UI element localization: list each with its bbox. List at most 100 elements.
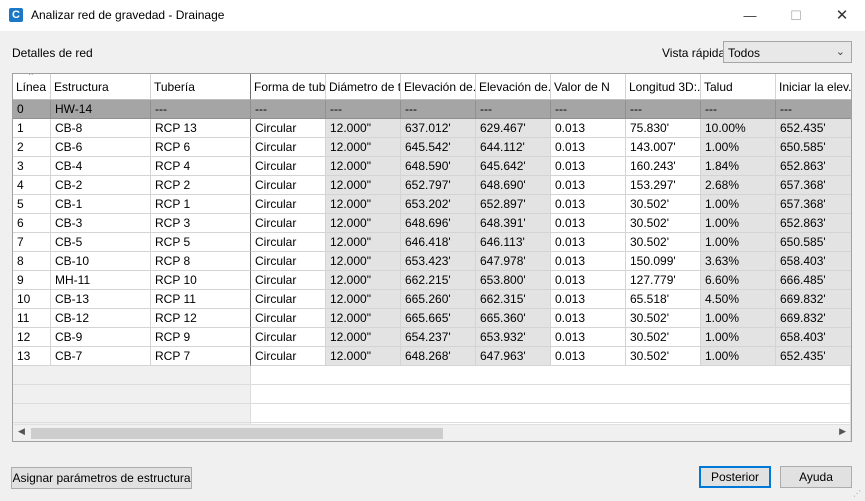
cell-elev-inicio[interactable]: 665.260' xyxy=(401,290,476,309)
cell-diametro[interactable]: 12.000" xyxy=(326,119,401,138)
column-header-elev-fin[interactable]: Elevación de... xyxy=(476,74,551,100)
column-header-diametro[interactable]: Diámetro de t... xyxy=(326,74,401,100)
cell-valor-n[interactable]: 0.013 xyxy=(551,176,626,195)
cell-elev-inicio[interactable]: 648.696' xyxy=(401,214,476,233)
cell-elev-fin[interactable]: 652.897' xyxy=(476,195,551,214)
next-button[interactable]: Posterior xyxy=(699,466,771,488)
cell-estructura[interactable]: CB-1 xyxy=(51,195,151,214)
cell-estructura[interactable]: CB-3 xyxy=(51,214,151,233)
cell-iniciar-elev[interactable]: 650.585' xyxy=(776,233,851,252)
cell-longitud-3d[interactable]: 30.502' xyxy=(626,195,701,214)
cell-estructura[interactable]: CB-13 xyxy=(51,290,151,309)
cell-forma[interactable]: Circular xyxy=(251,119,326,138)
quick-view-select[interactable]: Todos ⌄ xyxy=(723,41,852,63)
network-details-grid[interactable]: Línea^EstructuraTuberíaForma de tub...Di… xyxy=(12,73,852,442)
cell-longitud-3d[interactable]: 143.007' xyxy=(626,138,701,157)
cell-valor-n[interactable]: 0.013 xyxy=(551,119,626,138)
cell-tuberia[interactable]: RCP 11 xyxy=(151,290,251,309)
cell-elev-inicio[interactable]: 637.012' xyxy=(401,119,476,138)
cell-talud[interactable]: 1.00% xyxy=(701,233,776,252)
cell-elev-fin[interactable]: --- xyxy=(476,100,551,119)
cell-diametro[interactable]: 12.000" xyxy=(326,347,401,366)
cell-tuberia[interactable]: RCP 4 xyxy=(151,157,251,176)
cell-tuberia[interactable]: RCP 6 xyxy=(151,138,251,157)
cell-diametro[interactable]: 12.000" xyxy=(326,176,401,195)
cell-talud[interactable]: --- xyxy=(701,100,776,119)
cell-diametro[interactable]: 12.000" xyxy=(326,271,401,290)
cell-forma[interactable]: Circular xyxy=(251,290,326,309)
cell-tuberia[interactable]: RCP 13 xyxy=(151,119,251,138)
cell-tuberia[interactable]: RCP 8 xyxy=(151,252,251,271)
cell-linea[interactable]: 2 xyxy=(13,138,51,157)
resize-grip-icon[interactable]: ⋰ xyxy=(853,489,863,499)
cell-forma[interactable]: Circular xyxy=(251,214,326,233)
cell-forma[interactable]: Circular xyxy=(251,271,326,290)
assign-structure-parameters-button[interactable]: Asignar parámetros de estructura xyxy=(11,467,192,489)
cell-elev-inicio[interactable]: 653.202' xyxy=(401,195,476,214)
horizontal-scrollbar[interactable]: ◀ ▶ xyxy=(14,424,850,441)
cell-elev-inicio[interactable]: --- xyxy=(401,100,476,119)
cell-iniciar-elev[interactable]: 658.403' xyxy=(776,252,851,271)
cell-elev-fin[interactable]: 653.800' xyxy=(476,271,551,290)
cell-valor-n[interactable]: 0.013 xyxy=(551,290,626,309)
cell-diametro[interactable]: 12.000" xyxy=(326,252,401,271)
cell-elev-fin[interactable]: 662.315' xyxy=(476,290,551,309)
cell-iniciar-elev[interactable]: 652.863' xyxy=(776,157,851,176)
cell-elev-inicio[interactable]: 646.418' xyxy=(401,233,476,252)
cell-linea[interactable]: 4 xyxy=(13,176,51,195)
cell-iniciar-elev[interactable]: 669.832' xyxy=(776,309,851,328)
cell-talud[interactable]: 1.84% xyxy=(701,157,776,176)
cell-linea[interactable]: 13 xyxy=(13,347,51,366)
cell-linea[interactable]: 10 xyxy=(13,290,51,309)
table-row[interactable]: 10 CB-13 RCP 11 Circular 12.000" 665.260' 662.… xyxy=(13,290,851,309)
cell-diametro[interactable]: 12.000" xyxy=(326,157,401,176)
cell-talud[interactable]: 2.68% xyxy=(701,176,776,195)
cell-tuberia[interactable]: RCP 7 xyxy=(151,347,251,366)
cell-talud[interactable]: 10.00% xyxy=(701,119,776,138)
cell-iniciar-elev[interactable]: 650.585' xyxy=(776,138,851,157)
table-row[interactable]: 6 CB-3 RCP 3 Circular 12.000" 648.696' 648.391… xyxy=(13,214,851,233)
cell-elev-inicio[interactable]: 645.542' xyxy=(401,138,476,157)
cell-diametro[interactable]: 12.000" xyxy=(326,138,401,157)
cell-valor-n[interactable]: 0.013 xyxy=(551,309,626,328)
cell-linea[interactable]: 5 xyxy=(13,195,51,214)
cell-forma[interactable]: Circular xyxy=(251,176,326,195)
cell-longitud-3d[interactable]: 30.502' xyxy=(626,347,701,366)
cell-valor-n[interactable]: 0.013 xyxy=(551,252,626,271)
cell-elev-inicio[interactable]: 652.797' xyxy=(401,176,476,195)
cell-tuberia[interactable]: RCP 5 xyxy=(151,233,251,252)
cell-longitud-3d[interactable]: 30.502' xyxy=(626,328,701,347)
cell-linea[interactable]: 0 xyxy=(13,100,51,119)
cell-iniciar-elev[interactable]: 669.832' xyxy=(776,290,851,309)
cell-longitud-3d[interactable]: 153.297' xyxy=(626,176,701,195)
table-row[interactable]: 12 CB-9 RCP 9 Circular 12.000" 654.237' 653.93… xyxy=(13,328,851,347)
cell-longitud-3d[interactable]: 150.099' xyxy=(626,252,701,271)
table-row[interactable]: 11 CB-12 RCP 12 Circular 12.000" 665.665' 665.… xyxy=(13,309,851,328)
cell-diametro[interactable]: 12.000" xyxy=(326,233,401,252)
table-row[interactable]: 4 CB-2 RCP 2 Circular 12.000" 652.797' 648.690… xyxy=(13,176,851,195)
cell-longitud-3d[interactable]: 65.518' xyxy=(626,290,701,309)
cell-longitud-3d[interactable]: --- xyxy=(626,100,701,119)
maximize-button[interactable]: ☐ xyxy=(773,0,819,31)
cell-forma[interactable]: Circular xyxy=(251,347,326,366)
cell-elev-inicio[interactable]: 665.665' xyxy=(401,309,476,328)
cell-talud[interactable]: 3.63% xyxy=(701,252,776,271)
column-header-valor-n[interactable]: Valor de N xyxy=(551,74,626,100)
cell-estructura[interactable]: CB-7 xyxy=(51,347,151,366)
cell-talud[interactable]: 4.50% xyxy=(701,290,776,309)
cell-elev-inicio[interactable]: 653.423' xyxy=(401,252,476,271)
cell-talud[interactable]: 1.00% xyxy=(701,347,776,366)
cell-longitud-3d[interactable]: 30.502' xyxy=(626,309,701,328)
scrollbar-thumb[interactable] xyxy=(31,428,443,439)
cell-diametro[interactable]: --- xyxy=(326,100,401,119)
cell-talud[interactable]: 1.00% xyxy=(701,195,776,214)
cell-forma[interactable]: Circular xyxy=(251,157,326,176)
cell-linea[interactable]: 7 xyxy=(13,233,51,252)
cell-iniciar-elev[interactable]: 657.368' xyxy=(776,176,851,195)
column-header-iniciar-elev[interactable]: Iniciar la elev... xyxy=(776,74,851,100)
cell-diametro[interactable]: 12.000" xyxy=(326,328,401,347)
cell-diametro[interactable]: 12.000" xyxy=(326,309,401,328)
cell-tuberia[interactable]: --- xyxy=(151,100,251,119)
cell-estructura[interactable]: CB-4 xyxy=(51,157,151,176)
cell-elev-inicio[interactable]: 648.590' xyxy=(401,157,476,176)
